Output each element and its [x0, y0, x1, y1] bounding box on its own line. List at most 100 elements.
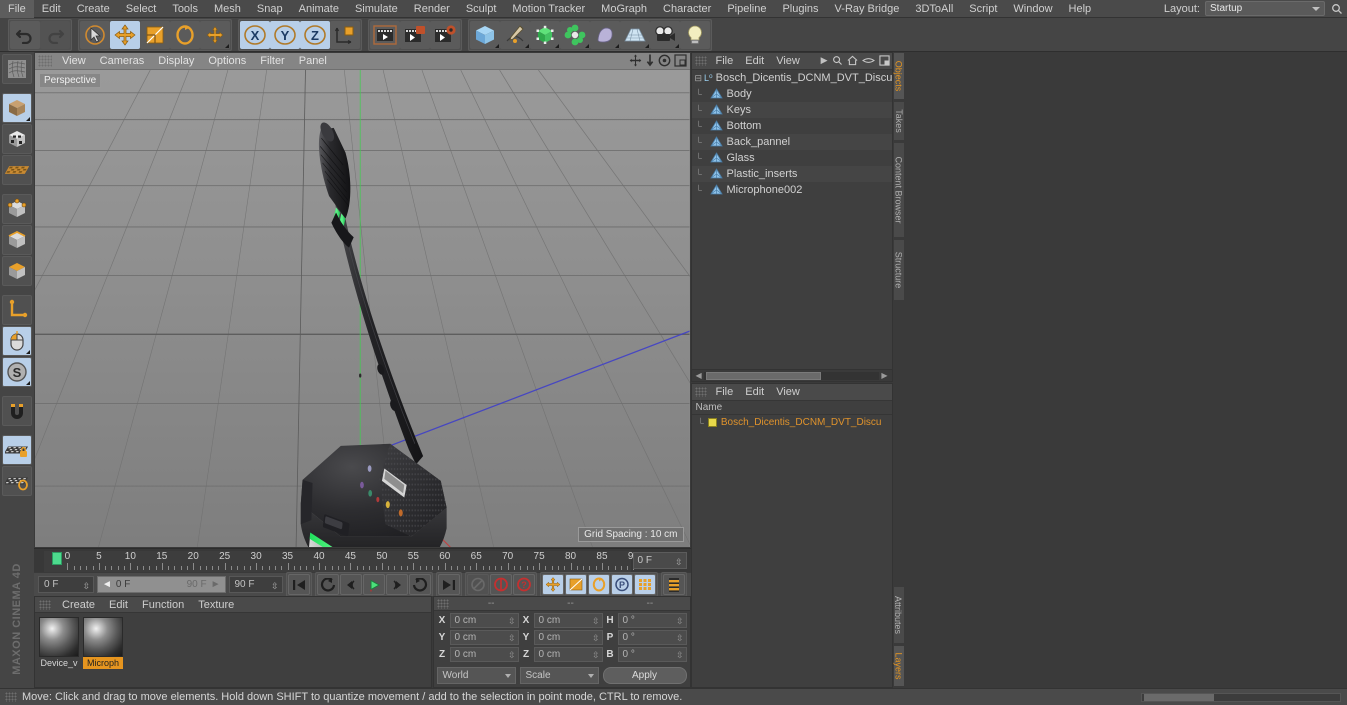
spinner-icon[interactable]: ⇳ [676, 615, 684, 628]
spinner-icon[interactable]: ⇳ [508, 649, 516, 662]
size-y-input[interactable]: 0 cm ⇳ [533, 630, 603, 645]
rotation-h-input[interactable]: 0 ° ⇳ [617, 613, 687, 628]
side-tab-takes[interactable]: Takes [892, 101, 905, 141]
axis-mode-button[interactable] [2, 295, 32, 325]
object-row[interactable]: └ Bottom [692, 118, 892, 134]
scale-key-button[interactable] [564, 574, 587, 595]
workplane-snap-button[interactable] [2, 466, 32, 496]
texture-mode-button[interactable] [2, 124, 32, 154]
go-to-previous-key-button[interactable] [316, 574, 339, 595]
spinner-icon[interactable]: ⇳ [676, 649, 684, 662]
rotate-tool[interactable] [170, 20, 200, 49]
layer-menu-file[interactable]: File [710, 386, 740, 398]
spinner-icon[interactable]: ⇳ [82, 579, 90, 594]
material-menu-texture[interactable]: Texture [191, 599, 241, 611]
viewport-solo-button[interactable] [2, 326, 32, 356]
scrollbar-thumb[interactable] [705, 371, 821, 380]
menu-select[interactable]: Select [118, 0, 165, 18]
add-spline-button[interactable] [500, 20, 530, 49]
undo-button[interactable] [10, 20, 40, 49]
search-icon[interactable] [832, 55, 843, 66]
object-manager-hscroll[interactable]: ◀ ▶ [691, 369, 892, 381]
move-tool[interactable] [110, 20, 140, 49]
keyframe-selection-button[interactable]: ? [512, 574, 535, 595]
material-preview-sphere[interactable] [39, 617, 79, 657]
object-tree[interactable]: ⊟ L⁰ Bosch_Dicentis_DCNM_DVT_Discus └ Body └ K… [691, 70, 892, 369]
menu-sculpt[interactable]: Sculpt [458, 0, 505, 18]
menu-create[interactable]: Create [69, 0, 118, 18]
material-menu-edit[interactable]: Edit [102, 599, 135, 611]
enable-axis-button[interactable]: S [2, 357, 32, 387]
maximize-icon[interactable] [673, 54, 687, 67]
side-tab-layers[interactable]: Layers [892, 645, 905, 687]
panel-grip-icon[interactable] [5, 692, 17, 702]
preview-range-left-arrow-icon[interactable]: ◄ [102, 577, 112, 592]
menu-file[interactable]: File [0, 0, 34, 18]
chevron-right-icon[interactable]: ▶ [821, 55, 828, 66]
render-settings-button[interactable] [430, 20, 460, 49]
layout-dropdown[interactable]: Startup [1205, 1, 1325, 16]
search-icon[interactable] [1331, 3, 1343, 15]
playback-current-frame-field[interactable]: 0 F ⇳ [38, 576, 94, 593]
object-row[interactable]: └ Microphone002 [692, 182, 892, 198]
add-cube-button[interactable] [470, 20, 500, 49]
eye-icon[interactable] [861, 56, 875, 65]
viewport-menu-display[interactable]: Display [151, 55, 201, 67]
point-level-animation-button[interactable] [633, 574, 656, 595]
render-region-button[interactable] [400, 20, 430, 49]
z-axis-lock[interactable]: Z [300, 20, 330, 49]
object-menu-edit[interactable]: Edit [739, 55, 770, 67]
render-view-button[interactable] [370, 20, 400, 49]
panel-grip-icon[interactable] [694, 387, 707, 397]
menu-mograph[interactable]: MoGraph [593, 0, 655, 18]
viewport-menu-options[interactable]: Options [201, 55, 253, 67]
menu-window[interactable]: Window [1005, 0, 1060, 18]
menu-plugins[interactable]: Plugins [774, 0, 826, 18]
orbit-icon[interactable] [658, 54, 671, 67]
menu-script[interactable]: Script [961, 0, 1005, 18]
menu-edit[interactable]: Edit [34, 0, 69, 18]
menu-render[interactable]: Render [406, 0, 458, 18]
menu-animate[interactable]: Animate [291, 0, 347, 18]
menu-help[interactable]: Help [1061, 0, 1100, 18]
object-row[interactable]: └ Keys [691, 102, 892, 118]
viewport-menu-filter[interactable]: Filter [253, 55, 291, 67]
spinner-icon[interactable]: ⇳ [592, 615, 600, 628]
preview-range-bar[interactable]: ◄ 0 F 90 F ► [97, 576, 226, 593]
go-to-next-key-button[interactable] [408, 574, 431, 595]
add-environment-button[interactable] [620, 20, 650, 49]
scale-tool[interactable] [140, 20, 170, 49]
scrollbar-track[interactable] [703, 371, 880, 380]
model-mode-button[interactable] [2, 93, 32, 123]
panel-grip-icon[interactable] [436, 598, 449, 609]
rotation-b-input[interactable]: 0 ° ⇳ [617, 647, 687, 662]
layer-menu-edit[interactable]: Edit [739, 386, 770, 398]
spinner-icon[interactable]: ⇳ [508, 632, 516, 645]
side-tab-content-browser[interactable]: Content Browser [892, 142, 905, 238]
position-x-input[interactable]: 0 cm ⇳ [449, 613, 519, 628]
side-tab-objects[interactable]: Objects [892, 52, 905, 100]
expand-collapse-icon[interactable]: ⊟ [695, 73, 703, 84]
position-key-button[interactable] [541, 574, 564, 595]
live-selection-tool[interactable] [80, 20, 110, 49]
object-menu-file[interactable]: File [710, 55, 740, 67]
spinner-icon[interactable]: ⇳ [271, 579, 279, 594]
menu-motion-tracker[interactable]: Motion Tracker [504, 0, 593, 18]
autokeying-button[interactable] [489, 574, 512, 595]
scroll-left-arrow-icon[interactable]: ◀ [694, 371, 704, 380]
point-mode-button[interactable] [2, 194, 32, 224]
material-item[interactable]: Microph [83, 617, 123, 669]
coordinate-system-dropdown[interactable]: World [436, 667, 516, 684]
viewport-3d-canvas[interactable] [35, 70, 690, 547]
add-camera-button[interactable] [650, 20, 680, 49]
lock-workplane-button[interactable] [2, 435, 32, 465]
go-to-start-button[interactable] [287, 574, 310, 595]
y-axis-lock[interactable]: Y [270, 20, 300, 49]
go-to-end-button[interactable] [437, 574, 460, 595]
material-menu-create[interactable]: Create [55, 599, 102, 611]
edge-mode-button[interactable] [2, 225, 32, 255]
material-list[interactable]: Device_v Microph [35, 613, 431, 687]
spinner-icon[interactable]: ⇳ [675, 555, 683, 570]
spinner-icon[interactable]: ⇳ [676, 632, 684, 645]
object-row[interactable]: └ Back_pannel [691, 134, 892, 150]
